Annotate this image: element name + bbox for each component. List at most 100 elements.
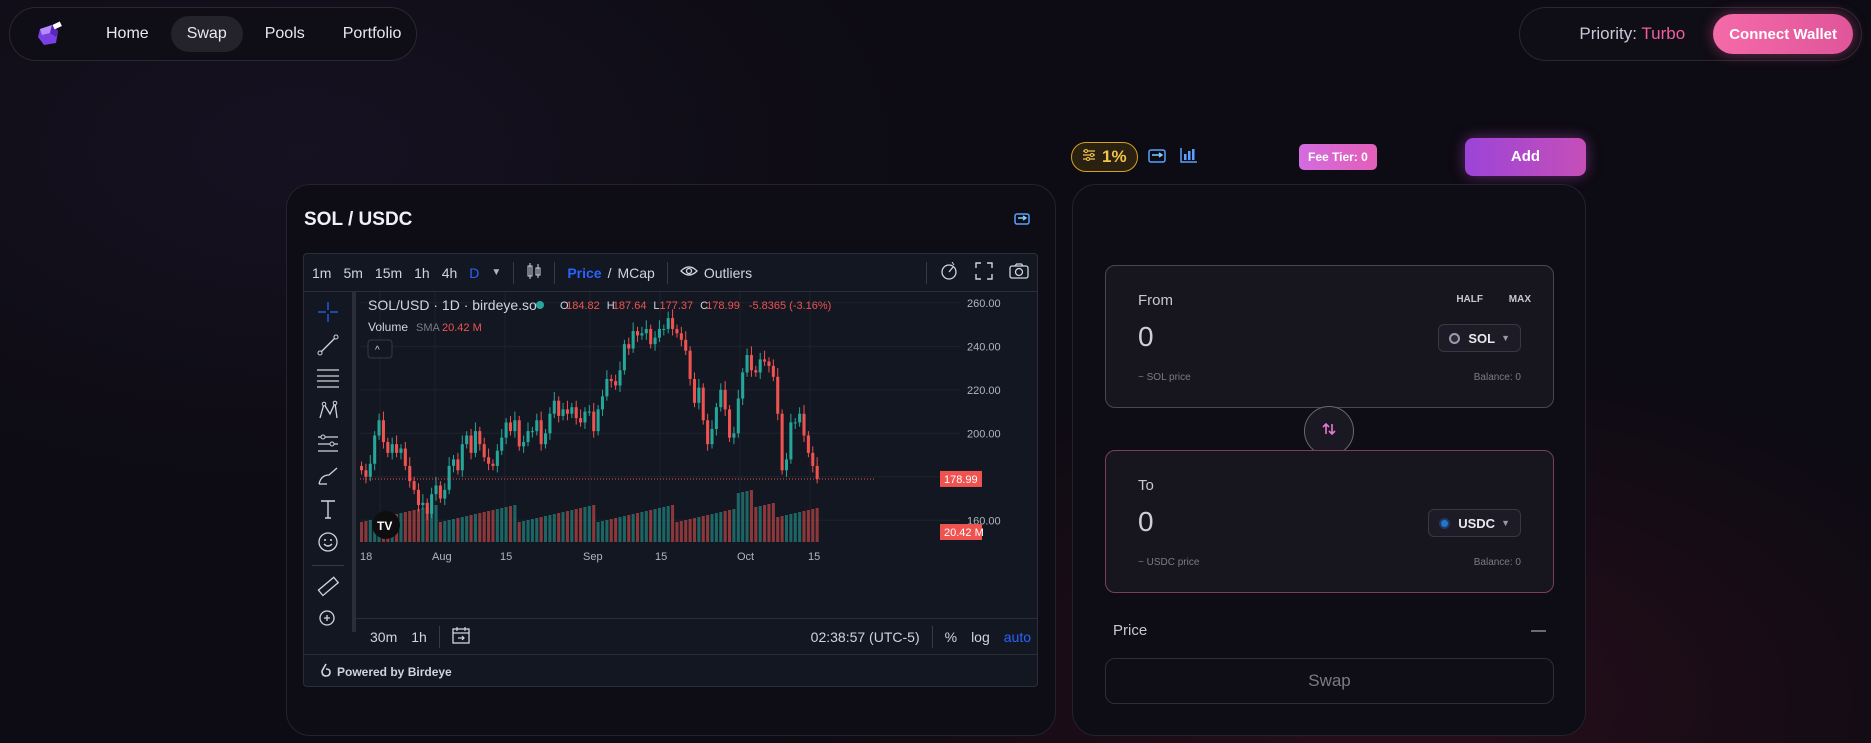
nav-pools[interactable]: Pools [249,16,321,52]
tf-1m[interactable]: 1m [312,265,331,281]
brush-icon[interactable] [314,464,342,490]
powered-by[interactable]: Powered by Birdeye [304,654,1037,686]
tf-4h[interactable]: 4h [442,265,458,281]
route-icon[interactable] [1148,148,1166,169]
outliers-toggle[interactable]: Outliers [704,265,752,281]
volume-label: Volume [368,320,408,334]
sliders-icon [1082,147,1096,167]
half-button[interactable]: HALF [1456,294,1483,305]
indicator-icon[interactable] [939,261,959,284]
volume-bar [535,518,539,542]
to-token-select[interactable]: USDC ▼ [1428,509,1521,537]
candle [771,365,775,377]
volume-bar [675,522,679,542]
mcap-toggle[interactable]: MCap [617,265,654,281]
candle [495,450,499,466]
text-tool-icon[interactable] [314,496,342,522]
candle [443,489,447,499]
switch-tokens-button[interactable] [1304,406,1354,456]
volume-bar [618,517,622,542]
from-price-label: ~ SOL price [1138,372,1191,383]
logo-icon[interactable] [34,19,64,49]
range-1h[interactable]: 1h [411,629,427,645]
range-30m[interactable]: 30m [370,629,397,645]
tf-5m[interactable]: 5m [343,265,362,281]
candles-icon[interactable] [526,262,542,283]
price-chart[interactable]: 260.00240.00220.00200.00160.00178.9920.4… [360,292,1038,618]
x-tick-label: Sep [583,551,603,563]
volume-bar [802,511,806,542]
swap-button[interactable]: Swap [1105,658,1554,704]
forecast-icon[interactable] [314,431,342,457]
add-liquidity-button[interactable]: Add Liquidity [1465,138,1586,203]
candle [368,463,372,477]
x-tick-label: Oct [737,551,754,563]
volume-bar [452,519,456,542]
candle [526,431,530,442]
main-nav: Home Swap Pools Portfolio [9,7,417,61]
clock-time[interactable]: 02:38:57 (UTC-5) [811,629,920,645]
price-toggle[interactable]: Price [567,265,601,281]
fee-tier-badge: Fee Tier: 0 [1299,144,1377,170]
candle [469,435,473,453]
connect-wallet-button[interactable]: Connect Wallet [1713,14,1853,54]
nav-home[interactable]: Home [90,16,165,52]
candle [460,444,464,471]
candle [622,344,626,371]
log-toggle[interactable]: log [971,629,990,645]
fullscreen-icon[interactable] [975,262,993,283]
pattern-icon[interactable] [314,398,342,424]
volume-bar [465,516,469,542]
candle [403,448,407,466]
tf-d[interactable]: D [469,265,479,281]
candle [452,459,456,466]
ruler-icon[interactable] [314,573,342,599]
volume-bar [614,518,618,542]
from-amount-input[interactable]: 0 [1138,321,1154,353]
crosshair-icon[interactable] [314,299,342,325]
tf-1h[interactable]: 1h [414,265,430,281]
slippage-button[interactable]: 1% [1071,142,1138,172]
auto-toggle[interactable]: auto [1004,629,1031,645]
priority-selector[interactable]: Priority: Turbo [1579,24,1685,44]
swap-chart-icon[interactable] [1014,211,1030,232]
candle [767,361,771,366]
volume-bar [815,508,819,542]
candle [679,333,683,340]
candle [741,372,745,399]
emoji-icon[interactable] [314,529,342,555]
volume-bar [688,519,692,542]
tf-15m[interactable]: 15m [375,265,402,281]
goto-date-icon[interactable] [452,626,470,647]
ohlc-value: 178.99 [706,300,740,312]
chart-toggle-icon[interactable] [1180,147,1198,168]
volume-bar [745,491,749,542]
eye-icon[interactable] [679,264,698,281]
nav-swap[interactable]: Swap [170,16,243,52]
candle [657,328,661,338]
volume-bar [557,513,561,542]
chart-area[interactable]: 260.00 240.00 220.00 200.00 160.00 178.99 20.4… [360,292,1038,645]
candle [579,418,583,423]
candle [636,331,640,336]
nav-portfolio[interactable]: Portfolio [327,16,418,52]
camera-icon[interactable] [1009,263,1029,282]
priority-value: Turbo [1641,24,1686,43]
volume-bar [636,513,640,542]
from-token-symbol: SOL [1468,330,1496,346]
candle [802,413,806,436]
from-token-select[interactable]: SOL ▼ [1438,324,1521,352]
fib-retracement-icon[interactable] [314,365,342,391]
chevron-down-icon[interactable]: ▼ [491,267,501,278]
candle [609,378,613,382]
volume-bar [399,513,403,542]
zoom-in-icon[interactable] [314,606,342,632]
candle [557,400,561,416]
y-tick-label: 260.00 [967,298,1001,310]
volume-bar [605,520,609,542]
price-value: — [1531,622,1546,639]
trend-line-icon[interactable] [314,332,342,358]
percent-toggle[interactable]: % [945,629,957,645]
to-amount-input[interactable]: 0 [1138,506,1154,538]
max-button[interactable]: MAX [1509,294,1531,305]
